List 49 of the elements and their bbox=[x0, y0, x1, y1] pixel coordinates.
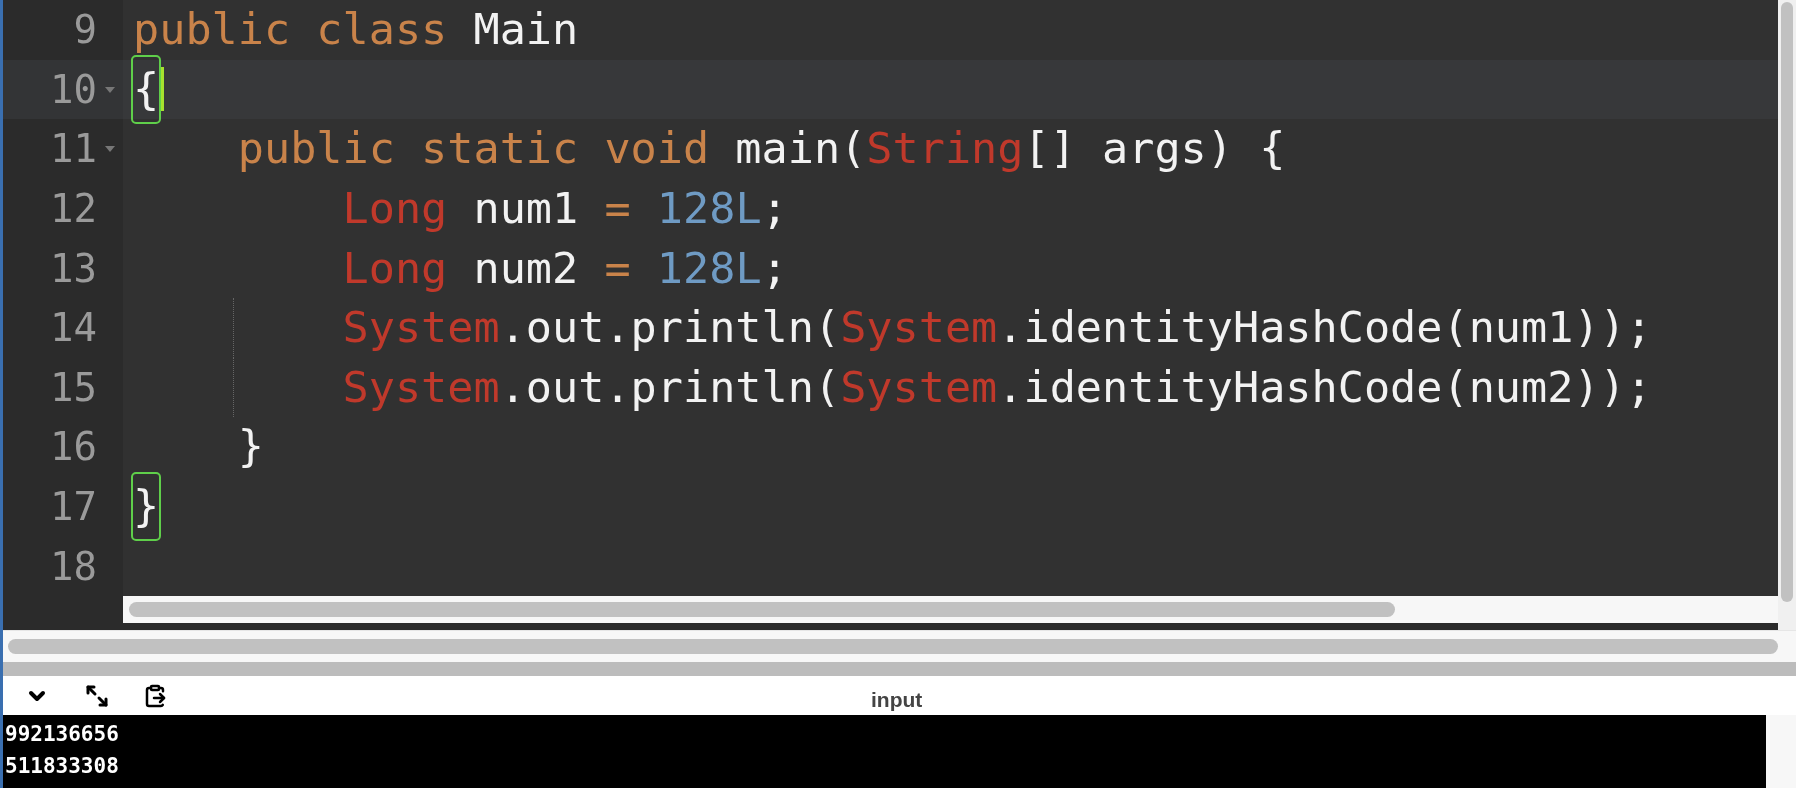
code-token: = bbox=[604, 181, 632, 235]
code-token: ; bbox=[761, 241, 788, 295]
line-number: 12 bbox=[50, 189, 97, 229]
code-token: Long bbox=[341, 181, 448, 235]
console-line: 511833308 bbox=[5, 753, 119, 780]
code-token: System bbox=[840, 360, 998, 414]
code-token: Long bbox=[341, 241, 448, 295]
line-number: 17 bbox=[50, 487, 97, 527]
code-token: .out.println( bbox=[499, 360, 841, 414]
code-token: String bbox=[866, 122, 1024, 176]
code-token: public class bbox=[133, 3, 449, 57]
line-number: 14 bbox=[50, 308, 97, 348]
line-number: 16 bbox=[50, 427, 97, 467]
line-number: 13 bbox=[50, 248, 97, 288]
code-token: = bbox=[604, 241, 632, 295]
code-token: 128L bbox=[656, 241, 762, 295]
code-token: public static void bbox=[236, 122, 711, 176]
code-token: System bbox=[342, 301, 500, 355]
editor[interactable] bbox=[3, 0, 1778, 630]
code-token: num2 bbox=[472, 241, 580, 295]
line-number: 18 bbox=[50, 546, 97, 586]
text-cursor bbox=[161, 67, 165, 112]
code-token: .identityHashCode(num2)); bbox=[997, 360, 1652, 414]
line-number: 9 bbox=[73, 10, 97, 50]
code-token: 128L bbox=[656, 181, 762, 235]
matched-bracket: { bbox=[133, 56, 160, 122]
code-token: .out.println( bbox=[499, 301, 841, 355]
code-token: System bbox=[342, 360, 500, 414]
scrollbar-thumb[interactable] bbox=[129, 601, 1395, 617]
code-token: System bbox=[840, 301, 998, 355]
matched-bracket: } bbox=[133, 473, 160, 540]
code-token: num1 bbox=[472, 181, 580, 235]
scrollbar-thumb[interactable] bbox=[8, 639, 1778, 654]
scrollbar-thumb[interactable] bbox=[1781, 2, 1793, 602]
panel-title: input bbox=[871, 687, 923, 713]
code-token: Main bbox=[473, 3, 579, 57]
code-token: main( bbox=[735, 122, 867, 176]
fold-arrow-icon[interactable] bbox=[105, 86, 115, 93]
line-number: 10 bbox=[50, 69, 97, 109]
code-token: } bbox=[236, 420, 264, 474]
line-number: 15 bbox=[50, 367, 97, 407]
code-token: ; bbox=[761, 181, 788, 235]
code-token: .identityHashCode(num1)); bbox=[997, 301, 1652, 355]
console-line: 992136656 bbox=[5, 721, 119, 748]
clipboard-icon bbox=[143, 683, 167, 708]
line-number: 11 bbox=[50, 129, 97, 169]
diagonal-arrows-icon bbox=[85, 683, 109, 708]
code-token: [] args) { bbox=[1023, 122, 1286, 176]
fold-arrow-icon[interactable] bbox=[105, 146, 115, 153]
